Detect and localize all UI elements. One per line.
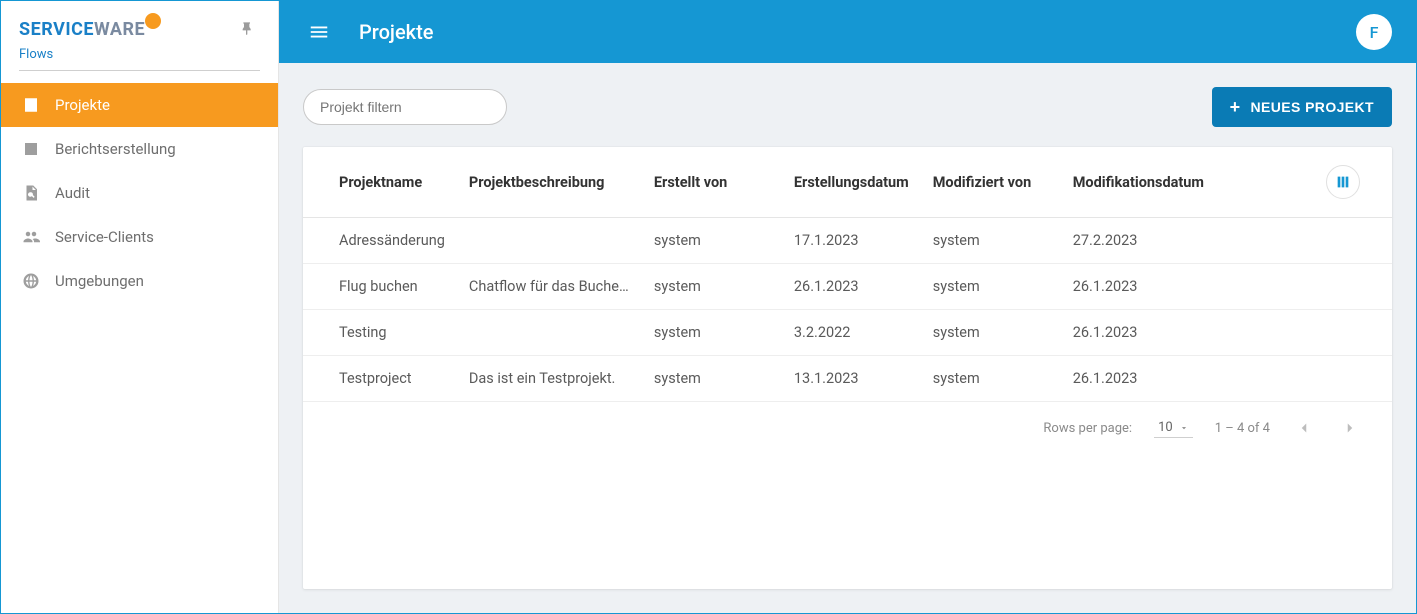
topbar: Projekte F [279, 1, 1416, 63]
sidebar-item-projekte[interactable]: Projekte [1, 83, 278, 127]
cell-modby: system [921, 310, 1061, 356]
sidebar-item-berichtserstellung[interactable]: Berichtserstellung [1, 127, 278, 171]
cell-modby: system [921, 356, 1061, 402]
hamburger-icon[interactable] [303, 16, 335, 48]
pager-range: 1 – 4 of 4 [1215, 421, 1270, 436]
table-row[interactable]: Flug buchen Chatflow für das Buchen ein.… [303, 264, 1392, 310]
columns-icon[interactable] [1326, 165, 1360, 199]
globe-icon [21, 271, 41, 291]
sidebar-item-label: Service-Clients [55, 228, 154, 246]
cell-modat: 26.1.2023 [1061, 264, 1241, 310]
sidebar-item-label: Umgebungen [55, 272, 144, 290]
brand-divider [19, 70, 260, 71]
cell-actions [1241, 264, 1392, 310]
filter-input[interactable] [303, 89, 507, 125]
col-header-name[interactable]: Projektname [303, 147, 457, 218]
cell-name: Adressänderung [303, 218, 457, 264]
rows-per-page-select[interactable]: 10 [1154, 418, 1193, 438]
cell-desc [457, 218, 642, 264]
cell-createdby: system [642, 310, 782, 356]
plus-icon: + [1230, 98, 1241, 116]
projects-table: Projektname Projektbeschreibung Erstellt… [303, 147, 1392, 402]
sidebar-item-umgebungen[interactable]: Umgebungen [1, 259, 278, 303]
file-search-icon [21, 183, 41, 203]
sidebar-item-service-clients[interactable]: Service-Clients [1, 215, 278, 259]
cell-name: Testing [303, 310, 457, 356]
cell-modat: 26.1.2023 [1061, 356, 1241, 402]
table-row[interactable]: Testproject Das ist ein Testprojekt. sys… [303, 356, 1392, 402]
cell-actions [1241, 218, 1392, 264]
cell-createdby: system [642, 264, 782, 310]
cell-desc [457, 310, 642, 356]
cell-modat: 27.2.2023 [1061, 218, 1241, 264]
rows-per-page-label: Rows per page: [1043, 421, 1132, 436]
sidebar: SERVICEWARE Flows Projekte Berichtser [1, 1, 279, 613]
new-project-button[interactable]: + NEUES PROJEKT [1212, 87, 1392, 127]
cell-desc: Chatflow für das Buchen ein... [457, 264, 642, 310]
table-header-row: Projektname Projektbeschreibung Erstellt… [303, 147, 1392, 218]
pin-icon[interactable] [236, 17, 260, 41]
col-header-modby[interactable]: Modifiziert von [921, 147, 1061, 218]
cell-actions [1241, 356, 1392, 402]
avatar[interactable]: F [1356, 14, 1392, 50]
pager-prev[interactable] [1292, 416, 1316, 440]
cell-createdat: 26.1.2023 [782, 264, 921, 310]
rows-per-page-value: 10 [1158, 420, 1173, 435]
brand-logo: SERVICEWARE [19, 19, 163, 40]
cell-modat: 26.1.2023 [1061, 310, 1241, 356]
page-title: Projekte [359, 20, 433, 44]
cell-name: Flug buchen [303, 264, 457, 310]
sidebar-item-audit[interactable]: Audit [1, 171, 278, 215]
topbar-left: Projekte [303, 16, 433, 48]
doc-lines-icon [21, 95, 41, 115]
cell-createdat: 17.1.2023 [782, 218, 921, 264]
chevron-right-icon [1341, 419, 1359, 437]
cell-desc: Das ist ein Testprojekt. [457, 356, 642, 402]
brand-subtitle[interactable]: Flows [1, 47, 278, 70]
brand-part1: SERVICE [19, 19, 94, 40]
cell-modby: system [921, 264, 1061, 310]
brand-row: SERVICEWARE [1, 17, 278, 47]
table-row[interactable]: Adressänderung system 17.1.2023 system 2… [303, 218, 1392, 264]
cell-createdby: system [642, 218, 782, 264]
table-card: Projektname Projektbeschreibung Erstellt… [303, 147, 1392, 589]
sidebar-nav: Projekte Berichtserstellung Audit Servic… [1, 79, 278, 303]
main: Projekte F + NEUES PROJEKT Projektname P… [279, 1, 1416, 613]
toolbar: + NEUES PROJEKT [303, 87, 1392, 127]
cell-createdat: 3.2.2022 [782, 310, 921, 356]
cell-createdat: 13.1.2023 [782, 356, 921, 402]
cell-createdby: system [642, 356, 782, 402]
sidebar-item-label: Berichtserstellung [55, 140, 176, 158]
col-header-modat[interactable]: Modifikationsdatum [1061, 147, 1241, 218]
table-row[interactable]: Testing system 3.2.2022 system 26.1.2023 [303, 310, 1392, 356]
brand-text: SERVICEWARE [19, 19, 145, 40]
sidebar-item-label: Projekte [55, 96, 110, 114]
users-icon [21, 227, 41, 247]
pager: Rows per page: 10 1 – 4 of 4 [303, 402, 1392, 454]
content: + NEUES PROJEKT Projektname Projektbesch… [279, 63, 1416, 613]
pager-next[interactable] [1338, 416, 1362, 440]
col-header-createdby[interactable]: Erstellt von [642, 147, 782, 218]
bar-chart-icon [21, 139, 41, 159]
table-body: Adressänderung system 17.1.2023 system 2… [303, 218, 1392, 402]
cell-name: Testproject [303, 356, 457, 402]
app-root: SERVICEWARE Flows Projekte Berichtser [0, 0, 1417, 614]
chevron-down-icon [1179, 423, 1189, 433]
col-header-createdat[interactable]: Erstellungsdatum [782, 147, 921, 218]
col-header-desc[interactable]: Projektbeschreibung [457, 147, 642, 218]
brand-part2: WARE [94, 19, 145, 40]
cell-actions [1241, 310, 1392, 356]
sidebar-item-label: Audit [55, 184, 90, 202]
col-header-actions [1241, 147, 1392, 218]
new-project-button-label: NEUES PROJEKT [1251, 99, 1374, 115]
chevron-left-icon [1295, 419, 1313, 437]
brand-badge-icon [145, 13, 161, 29]
cell-modby: system [921, 218, 1061, 264]
